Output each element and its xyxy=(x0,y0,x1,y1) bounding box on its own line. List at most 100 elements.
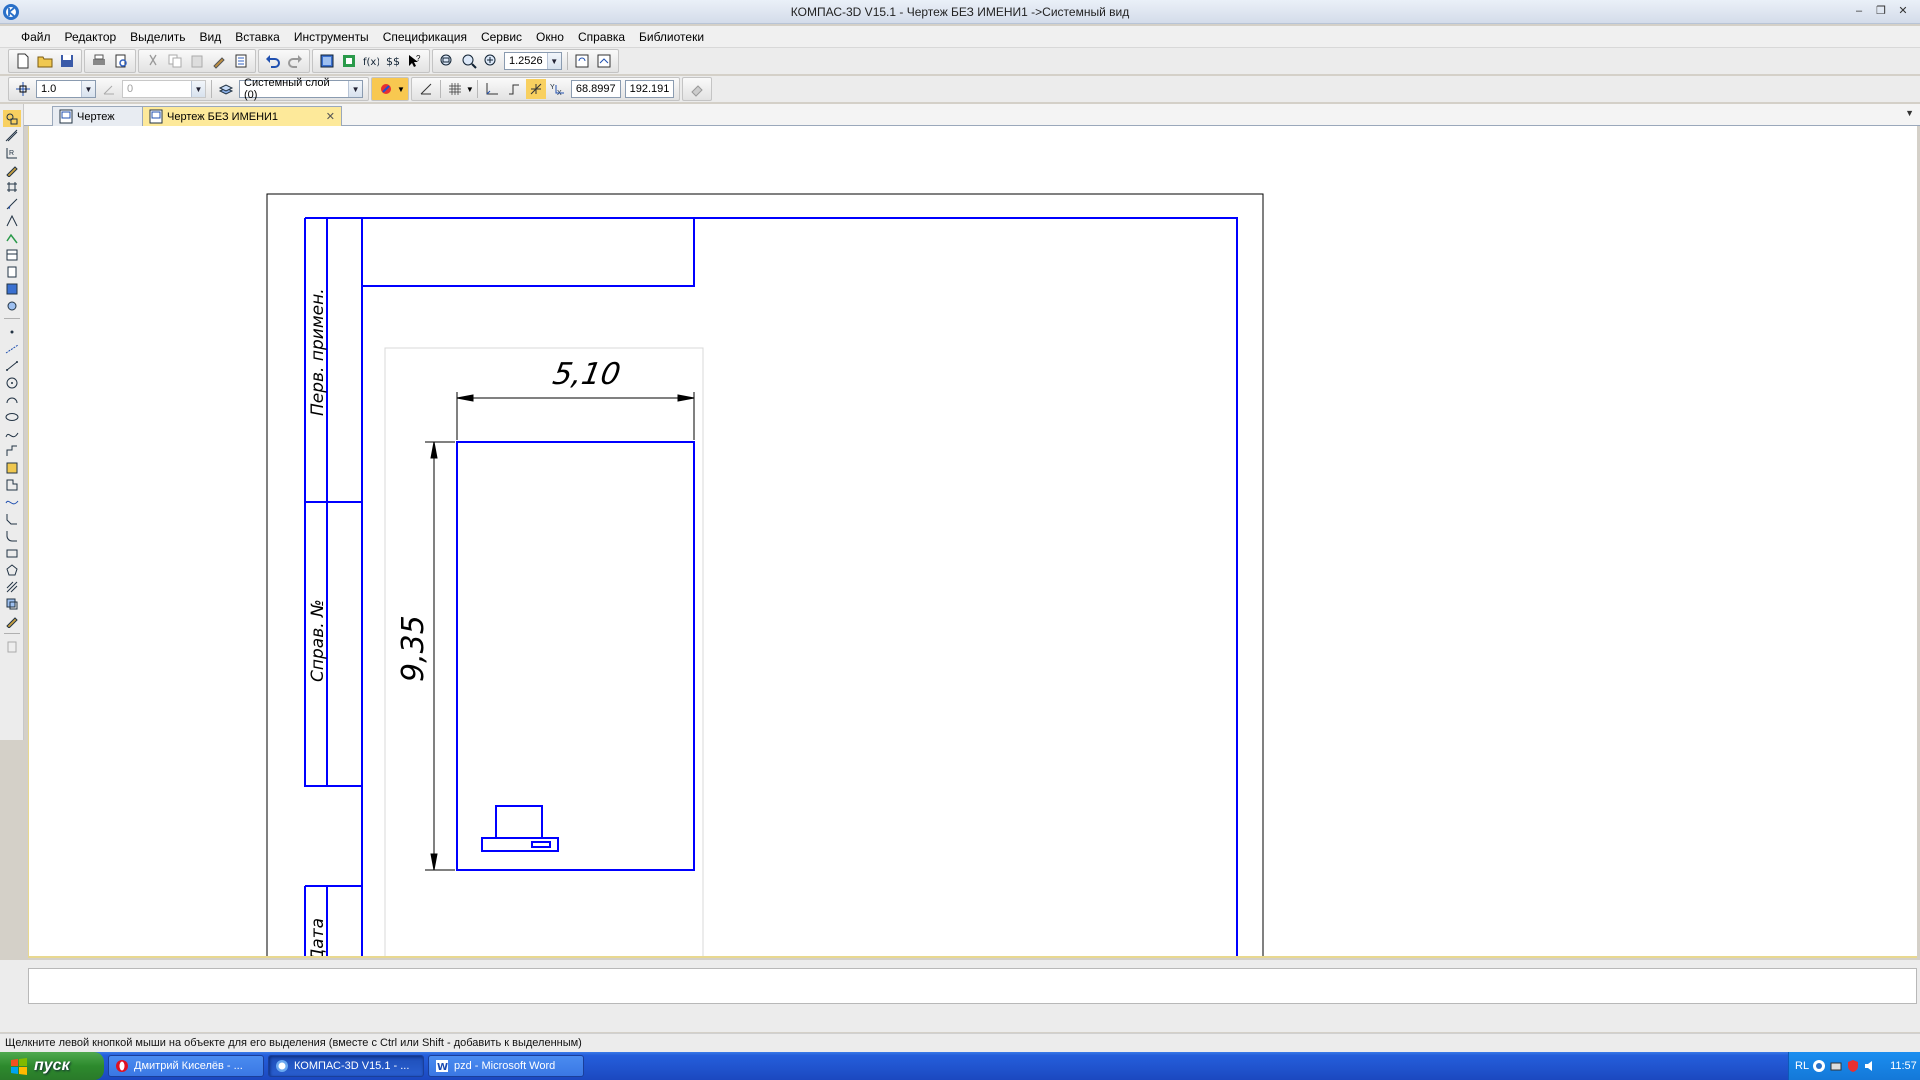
manager-icon[interactable] xyxy=(317,51,337,71)
contour-icon[interactable] xyxy=(3,476,21,493)
polyline-icon[interactable] xyxy=(3,442,21,459)
drawing-canvas[interactable]: 5,10 9,35 Перв. примен. Справ. № Дата xyxy=(28,126,1917,958)
parametrization-panel-icon[interactable] xyxy=(3,178,21,195)
segment-icon[interactable] xyxy=(3,357,21,374)
insert-panel-icon[interactable] xyxy=(3,280,21,297)
spline-icon[interactable] xyxy=(3,425,21,442)
menu-select[interactable]: Выделить xyxy=(123,30,192,44)
small-component[interactable] xyxy=(481,805,559,852)
hatch-icon[interactable] xyxy=(3,459,21,476)
horizontal-dimension[interactable] xyxy=(456,392,695,440)
menu-insert[interactable]: Вставка xyxy=(228,30,287,44)
calculator-icon[interactable]: $$ xyxy=(383,51,403,71)
restore-button[interactable]: ❐ xyxy=(1872,3,1890,19)
style-selector-icon[interactable] xyxy=(376,79,396,99)
format-painter-icon[interactable] xyxy=(209,51,229,71)
fillet-icon[interactable] xyxy=(3,527,21,544)
menu-tools[interactable]: Инструменты xyxy=(287,30,376,44)
chevron-down-icon[interactable]: ▼ xyxy=(348,81,362,97)
hatch-fill-icon[interactable] xyxy=(3,578,21,595)
point-icon[interactable] xyxy=(3,323,21,340)
volume-tray-icon[interactable] xyxy=(1863,1059,1877,1073)
tree-icon[interactable] xyxy=(339,51,359,71)
variables-icon[interactable]: f(x) xyxy=(361,51,381,71)
menu-editor[interactable]: Редактор xyxy=(58,30,124,44)
equidistant-icon[interactable] xyxy=(3,595,21,612)
cursor-step-icon[interactable] xyxy=(13,79,33,99)
taskbar-button-kompas[interactable]: КОМПАС-3D V15.1 - ... xyxy=(268,1055,424,1077)
menu-specification[interactable]: Спецификация xyxy=(376,30,474,44)
cut-icon[interactable] xyxy=(143,51,163,71)
tabs-menu-icon[interactable]: ▼ xyxy=(1905,108,1914,118)
zoom-all-icon[interactable] xyxy=(459,51,479,71)
copy-icon[interactable] xyxy=(165,51,185,71)
spec-panel-icon[interactable] xyxy=(3,246,21,263)
zoom-in-icon[interactable] xyxy=(481,51,501,71)
editing-panel-icon[interactable] xyxy=(3,161,21,178)
print-preview-icon[interactable] xyxy=(111,51,131,71)
menu-help[interactable]: Справка xyxy=(571,30,632,44)
constraint-panel-icon[interactable] xyxy=(3,229,21,246)
menu-libraries[interactable]: Библиотеки xyxy=(632,30,711,44)
taskbar-button-opera[interactable]: Дмитрий Киселёв - ... xyxy=(108,1055,264,1077)
new-document-icon[interactable] xyxy=(13,51,33,71)
ellipse-icon[interactable] xyxy=(3,408,21,425)
step-combo[interactable]: 1.0 ▼ xyxy=(36,80,96,98)
more-tools-icon[interactable] xyxy=(3,638,21,655)
zoom-combo[interactable]: 1.2526 ▼ xyxy=(504,52,562,70)
measure-panel-icon[interactable] xyxy=(3,195,21,212)
chevron-down-icon[interactable]: ▼ xyxy=(546,53,561,69)
reports-panel-icon[interactable] xyxy=(3,263,21,280)
chamfer-icon[interactable] xyxy=(3,510,21,527)
paste-icon[interactable] xyxy=(187,51,207,71)
ortho-icon[interactable] xyxy=(504,79,524,99)
print-icon[interactable] xyxy=(89,51,109,71)
menu-view[interactable]: Вид xyxy=(193,30,229,44)
regenerate-icon[interactable] xyxy=(594,51,614,71)
selection-panel-icon[interactable] xyxy=(3,212,21,229)
auxiliary-line-icon[interactable] xyxy=(3,340,21,357)
menu-service[interactable]: Сервис xyxy=(474,30,529,44)
kompas-tray-icon[interactable] xyxy=(1812,1059,1826,1073)
open-folder-icon[interactable] xyxy=(35,51,55,71)
property-panel[interactable] xyxy=(28,968,1917,1004)
polygon-icon[interactable] xyxy=(3,561,21,578)
help-pointer-icon[interactable]: ? xyxy=(405,51,425,71)
language-indicator[interactable]: RL xyxy=(1795,1060,1809,1072)
tab-active-drawing[interactable]: Чертеж БЕЗ ИМЕНИ1 ✕ xyxy=(142,106,342,126)
chevron-down-icon[interactable]: ▼ xyxy=(81,81,95,97)
chevron-down-icon[interactable]: ▼ xyxy=(466,85,474,94)
minimize-button[interactable]: ‒ xyxy=(1850,3,1868,19)
part-rectangle[interactable] xyxy=(456,441,695,871)
close-tab-icon[interactable]: ✕ xyxy=(326,110,335,123)
redo-icon[interactable] xyxy=(285,51,305,71)
close-button[interactable]: ✕ xyxy=(1894,3,1912,19)
tab-drawing[interactable]: Чертеж xyxy=(52,106,144,126)
eraser-icon[interactable] xyxy=(687,79,707,99)
menu-window[interactable]: Окно xyxy=(529,30,571,44)
menu-file[interactable]: Файл xyxy=(14,30,58,44)
save-icon[interactable] xyxy=(57,51,77,71)
refresh-view-icon[interactable] xyxy=(572,51,592,71)
local-cs-icon[interactable] xyxy=(482,79,502,99)
taskbar-button-word[interactable]: W pzd - Microsoft Word xyxy=(428,1055,584,1077)
chevron-down-icon[interactable]: ▼ xyxy=(397,85,405,94)
library-panel-icon[interactable] xyxy=(3,297,21,314)
geometry-panel-icon[interactable] xyxy=(2,110,21,127)
start-button[interactable]: пуск xyxy=(0,1052,104,1080)
coord-y-field[interactable]: 192.191 xyxy=(624,80,675,98)
security-tray-icon[interactable] xyxy=(1846,1059,1860,1073)
snap-icon[interactable] xyxy=(416,79,436,99)
coord-x-field[interactable]: 68.8997 xyxy=(570,80,621,98)
collect-contour-icon[interactable] xyxy=(3,612,21,629)
snaps-toggle-icon[interactable] xyxy=(525,79,546,99)
properties-icon[interactable] xyxy=(231,51,251,71)
layers-icon[interactable] xyxy=(216,79,236,99)
network-tray-icon[interactable] xyxy=(1829,1059,1843,1073)
rectangle-icon[interactable] xyxy=(3,544,21,561)
layer-combo[interactable]: Системный слой (0) ▼ xyxy=(239,77,363,101)
undo-icon[interactable] xyxy=(263,51,283,71)
circle-icon[interactable] xyxy=(3,374,21,391)
bezier-icon[interactable] xyxy=(3,493,21,510)
grid-icon[interactable] xyxy=(445,79,465,99)
